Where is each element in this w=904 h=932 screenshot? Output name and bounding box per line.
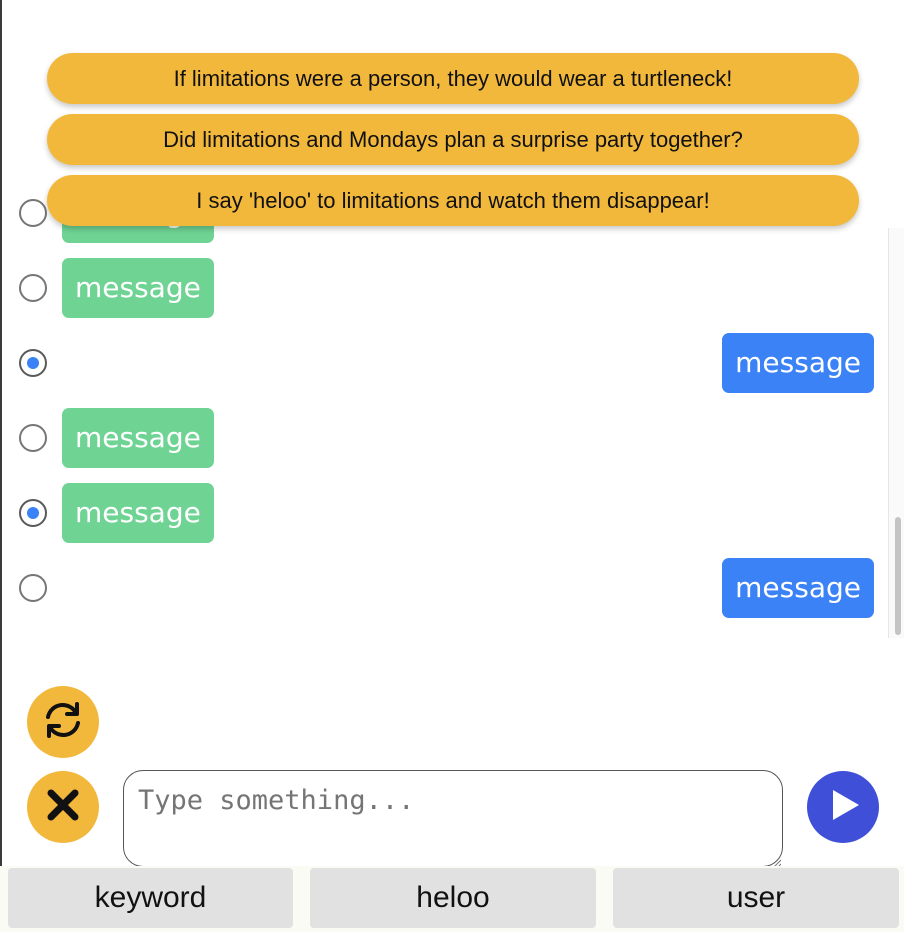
send-button[interactable] xyxy=(807,771,879,843)
message-row: message xyxy=(2,483,892,543)
suggestion-button[interactable]: Did limitations and Mondays plan a surpr… xyxy=(47,114,859,165)
message-select-radio[interactable] xyxy=(19,499,47,527)
clear-button[interactable] xyxy=(27,771,99,843)
resize-grip-icon[interactable] xyxy=(771,855,782,869)
chat-scrollbar[interactable] xyxy=(888,228,904,638)
refresh-icon xyxy=(39,696,87,749)
message-bubble-incoming: message xyxy=(62,483,214,543)
message-bubble-outgoing: message xyxy=(722,333,874,393)
suggestion-button[interactable]: If limitations were a person, they would… xyxy=(47,53,859,104)
play-icon xyxy=(825,787,861,828)
message-row: message xyxy=(2,333,892,393)
message-row: message xyxy=(2,408,892,468)
keyword-button[interactable]: heloo xyxy=(310,868,596,928)
message-select-radio[interactable] xyxy=(19,424,47,452)
close-icon xyxy=(43,785,83,830)
message-select-radio[interactable] xyxy=(19,199,47,227)
message-select-radio[interactable] xyxy=(19,349,47,377)
refresh-button[interactable] xyxy=(27,686,99,758)
keyword-button[interactable]: user xyxy=(613,868,899,928)
suggestion-button[interactable]: I say 'heloo' to limitations and watch t… xyxy=(47,175,859,226)
message-row: message xyxy=(2,558,892,618)
message-bubble-incoming: message xyxy=(62,258,214,318)
message-bubble-outgoing: message xyxy=(722,558,874,618)
scrollbar-thumb[interactable] xyxy=(895,517,901,635)
keyword-button[interactable]: keyword xyxy=(8,868,293,928)
message-bubble-incoming: message xyxy=(62,408,214,468)
message-select-radio[interactable] xyxy=(19,574,47,602)
message-select-radio[interactable] xyxy=(19,274,47,302)
message-input[interactable] xyxy=(123,770,783,867)
message-row: message xyxy=(2,258,892,318)
keyword-bar: keyword heloo user xyxy=(0,866,904,932)
